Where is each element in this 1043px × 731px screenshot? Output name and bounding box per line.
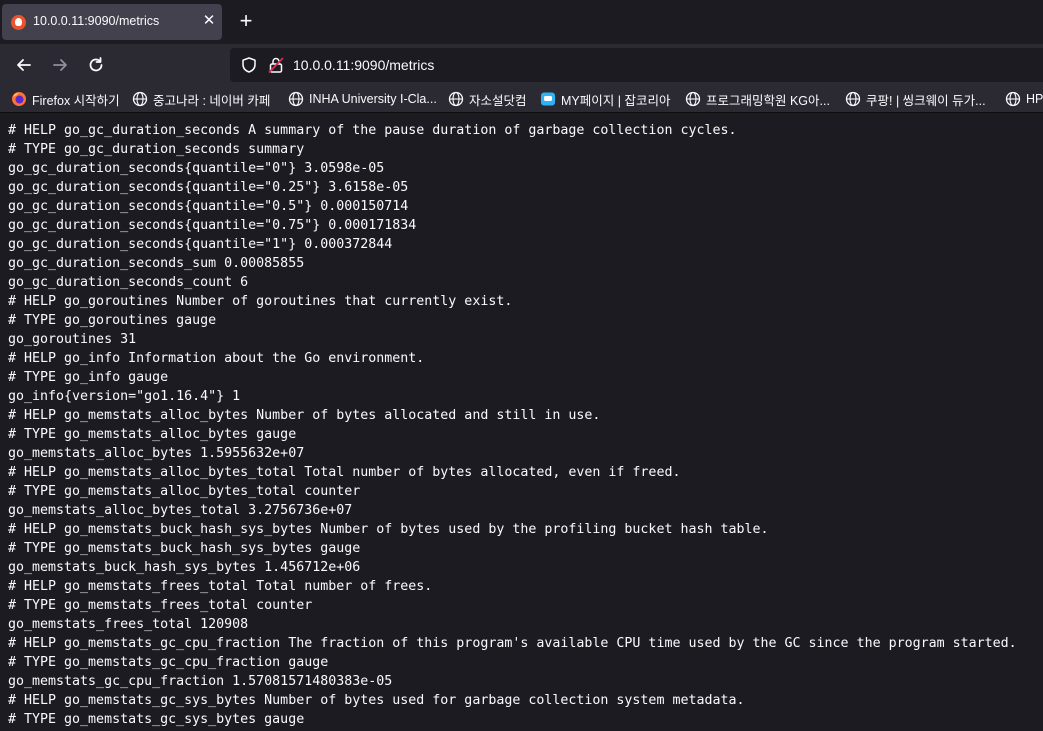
metrics-line: go_gc_duration_seconds{quantile="0.25"} … (8, 180, 409, 195)
chat-icon (541, 92, 555, 106)
metrics-line: go_gc_duration_seconds_sum 0.00085855 (8, 256, 305, 271)
reload-button[interactable] (84, 53, 108, 77)
tab-metrics[interactable]: 10.0.0.11:9090/metrics ✕ (2, 4, 222, 40)
metrics-line: go_memstats_buck_hash_sys_bytes 1.456712… (8, 560, 361, 575)
url-bar[interactable]: 10.0.0.11:9090/metrics (230, 48, 1043, 82)
bookmark-hp[interactable]: HP (1005, 90, 1043, 108)
bookmark-joongonara[interactable]: 중고나라 : 네이버 카페 (132, 90, 270, 108)
metrics-line: # TYPE go_info gauge (8, 370, 169, 385)
navigation-bar: 10.0.0.11:9090/metrics (0, 44, 1043, 86)
bookmark-label: MY페이지 | 잡코리아 (561, 93, 671, 108)
metrics-line: # TYPE go_goroutines gauge (8, 313, 217, 328)
reload-icon (89, 57, 103, 72)
metrics-line: # TYPE go_gc_duration_seconds summary (8, 142, 305, 157)
forward-button[interactable] (48, 53, 72, 77)
bookmark-kg[interactable]: 프로그래밍학원 KG아... (685, 90, 830, 108)
bookmark-label: Firefox 시작하기 (32, 93, 120, 108)
back-arrow-icon (17, 59, 31, 71)
firefox-icon (12, 92, 26, 106)
page-content: # HELP go_gc_duration_seconds A summary … (0, 113, 1043, 731)
metrics-line: # HELP go_memstats_gc_sys_bytes Number o… (8, 693, 745, 708)
metrics-line: # TYPE go_memstats_gc_cpu_fraction gauge (8, 655, 329, 670)
bookmark-coupang[interactable]: 쿠팡! | 씽크웨이 듀가... (845, 90, 986, 108)
prometheus-favicon-icon (11, 15, 26, 30)
metrics-line: # HELP go_memstats_frees_total Total num… (8, 579, 433, 594)
metrics-line: # HELP go_info Information about the Go … (8, 351, 425, 366)
url-text[interactable]: 10.0.0.11:9090/metrics (293, 57, 434, 73)
globe-icon (448, 91, 464, 107)
metrics-line: go_gc_duration_seconds{quantile="0"} 3.0… (8, 161, 385, 176)
bookmark-label: 쿠팡! | 씽크웨이 듀가... (866, 93, 986, 108)
close-tab-icon[interactable]: ✕ (200, 12, 218, 30)
metrics-line: go_goroutines 31 (8, 332, 137, 347)
bookmark-label: INHA University I-Cla... (309, 92, 437, 106)
metrics-line: # HELP go_gc_duration_seconds A summary … (8, 123, 737, 138)
bookmark-label: 자소설닷컴 (469, 93, 527, 108)
metrics-line: # TYPE go_memstats_gc_sys_bytes gauge (8, 712, 305, 727)
forward-arrow-icon (53, 59, 67, 71)
globe-icon (685, 91, 701, 107)
metrics-line: go_memstats_alloc_bytes_total 3.2756736e… (8, 503, 353, 518)
metrics-text: # HELP go_gc_duration_seconds A summary … (0, 113, 1043, 729)
bookmark-jobkorea[interactable]: MY페이지 | 잡코리아 (540, 90, 670, 108)
bookmark-label: 중고나라 : 네이버 카페 (153, 93, 271, 108)
metrics-line: # HELP go_memstats_alloc_bytes Number of… (8, 408, 601, 423)
metrics-line: go_memstats_alloc_bytes 1.5955632e+07 (8, 446, 305, 461)
tracking-protection-shield-icon[interactable] (240, 56, 258, 74)
metrics-line: # TYPE go_memstats_buck_hash_sys_bytes g… (8, 541, 361, 556)
globe-icon (288, 91, 304, 107)
metrics-line: go_gc_duration_seconds{quantile="0.75"} … (8, 218, 417, 233)
globe-icon (132, 91, 148, 107)
metrics-line: go_info{version="go1.16.4"} 1 (8, 389, 241, 404)
bookmark-label: HP (1026, 92, 1043, 106)
bookmark-label: 프로그래밍학원 KG아... (706, 93, 830, 108)
metrics-line: # TYPE go_memstats_frees_total counter (8, 598, 313, 613)
globe-icon (845, 91, 861, 107)
tab-title: 10.0.0.11:9090/metrics (33, 14, 160, 28)
metrics-line: # HELP go_goroutines Number of goroutine… (8, 294, 513, 309)
back-button[interactable] (12, 53, 36, 77)
metrics-line: go_gc_duration_seconds{quantile="1"} 0.0… (8, 237, 393, 252)
metrics-line: # TYPE go_memstats_alloc_bytes_total cou… (8, 484, 361, 499)
metrics-line: # HELP go_memstats_gc_cpu_fraction The f… (8, 636, 1017, 651)
metrics-line: # HELP go_memstats_alloc_bytes_total Tot… (8, 465, 681, 480)
bookmark-jasoseol[interactable]: 자소설닷컴 (448, 90, 527, 108)
tab-strip: 10.0.0.11:9090/metrics ✕ + (0, 0, 1043, 44)
metrics-line: go_memstats_gc_cpu_fraction 1.5708157148… (8, 674, 393, 689)
insecure-lock-icon[interactable] (267, 56, 285, 74)
bookmark-inha[interactable]: INHA University I-Cla... (288, 90, 437, 108)
metrics-line: go_gc_duration_seconds{quantile="0.5"} 0… (8, 199, 409, 214)
bookmark-firefox[interactable]: Firefox 시작하기 (11, 90, 120, 108)
metrics-line: go_gc_duration_seconds_count 6 (8, 275, 249, 290)
metrics-line: go_memstats_frees_total 120908 (8, 617, 249, 632)
new-tab-button[interactable]: + (234, 9, 258, 33)
globe-icon (1005, 91, 1021, 107)
bookmarks-toolbar: Firefox 시작하기 중고나라 : 네이버 카페 INHA Universi… (0, 86, 1043, 112)
metrics-line: # HELP go_memstats_buck_hash_sys_bytes N… (8, 522, 769, 537)
metrics-line: # TYPE go_memstats_alloc_bytes gauge (8, 427, 297, 442)
